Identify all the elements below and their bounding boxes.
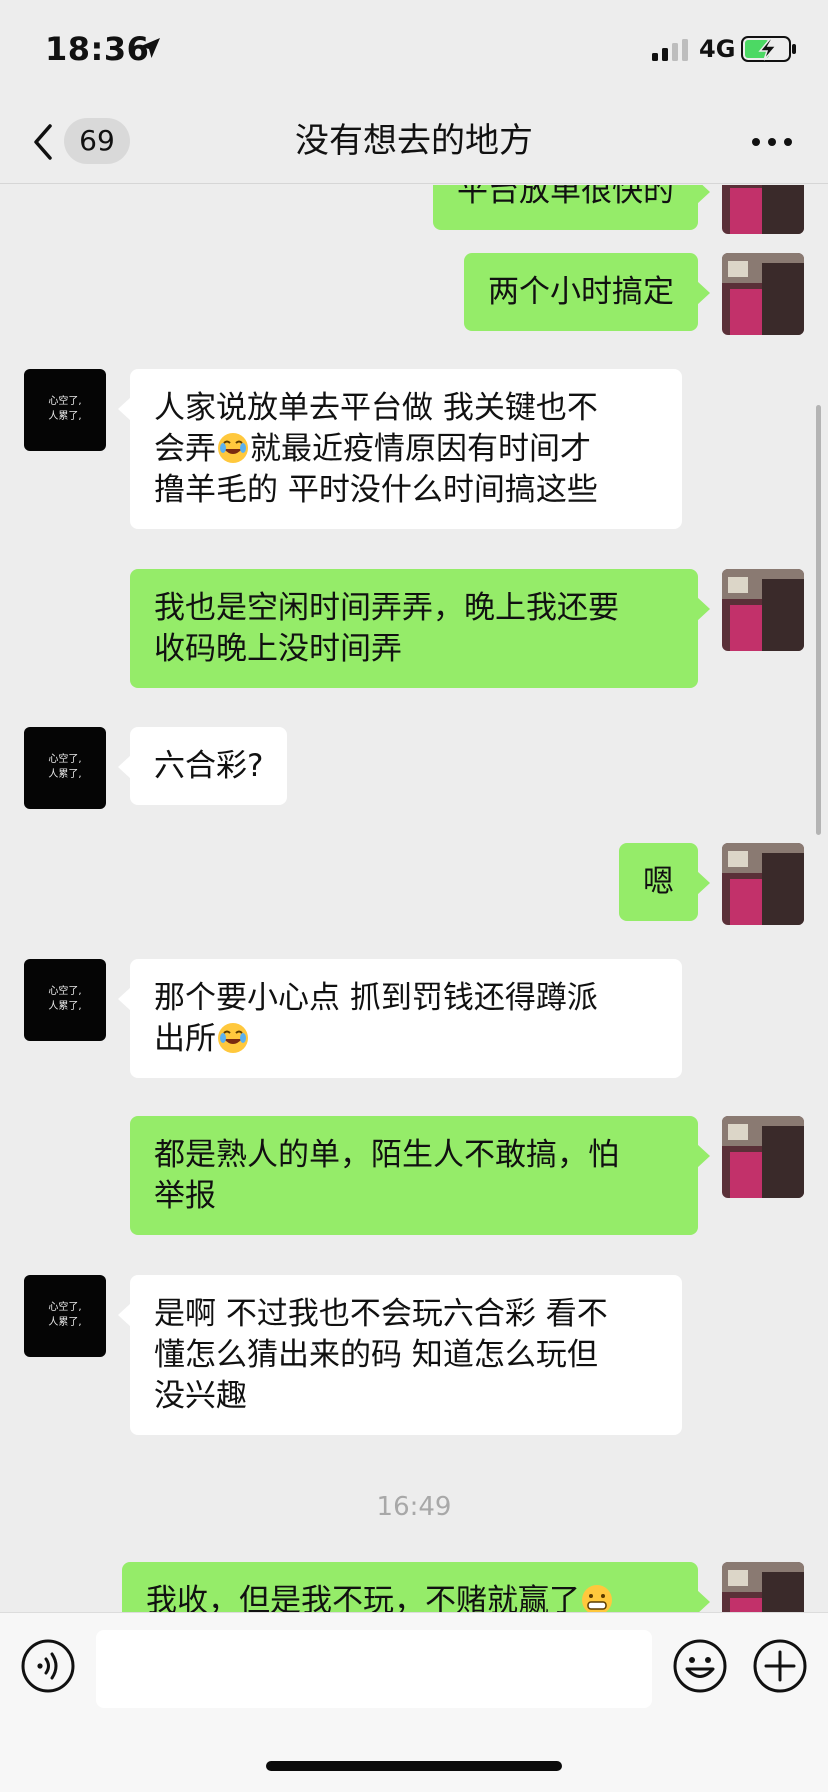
chat-timestamp: 16:49 (376, 1492, 452, 1522)
cellular-signal-icon (652, 39, 688, 61)
message-text: 没兴趣 (154, 1378, 247, 1414)
message-bubble-outgoing[interactable]: 平台放单很快的 (433, 185, 710, 230)
grinning-face-icon (582, 1585, 612, 1612)
message-text: 平台放单很快的 (457, 185, 674, 209)
message-input[interactable] (96, 1630, 652, 1708)
network-type: 4G (699, 35, 736, 63)
message-bubble-outgoing[interactable]: 两个小时搞定 (464, 253, 710, 331)
contact-avatar[interactable]: 心空了, 人累了, (24, 727, 106, 809)
message-bubble-incoming[interactable]: 那个要小心点 抓到罚钱还得蹲派 出所 (118, 959, 682, 1078)
chat-header: 69 没有想去的地方 (0, 100, 828, 184)
message-text: 出所 (154, 1021, 216, 1057)
message-bubble-outgoing[interactable]: 我也是空闲时间弄弄，晚上我还要 收码晚上没时间弄 (130, 569, 710, 688)
message-bubble-incoming[interactable]: 人家说放单去平台做 我关键也不 会弄 就最近疫情原因有时间才 撸羊毛的 平时没什么… (118, 369, 682, 529)
message-text: 收码晚上没时间弄 (154, 631, 402, 667)
plus-icon[interactable] (752, 1638, 808, 1694)
my-avatar[interactable] (722, 569, 804, 651)
rolling-on-floor-laughing-icon (218, 1023, 248, 1053)
message-text: 那个要小心点 抓到罚钱还得蹲派 (154, 980, 598, 1016)
my-avatar[interactable] (722, 843, 804, 925)
message-text: 就最近疫情原因有时间才 (250, 431, 591, 467)
contact-avatar[interactable]: 心空了, 人累了, (24, 369, 106, 451)
status-bar: 18:36 4G (0, 0, 828, 100)
message-text: 我收，但是我不玩，不赌就赢了 (146, 1583, 580, 1612)
battery-charging-icon (741, 36, 796, 62)
home-indicator[interactable] (266, 1761, 562, 1771)
location-arrow-icon (140, 38, 160, 58)
emoji-icon[interactable] (672, 1638, 728, 1694)
message-text: 人家说放单去平台做 我关键也不 (154, 390, 598, 426)
message-text: 懂怎么猜出来的码 知道怎么玩但 (154, 1337, 598, 1373)
message-text: 是啊 不过我也不会玩六合彩 看不 (154, 1296, 608, 1332)
message-text: 撸羊毛的 平时没什么时间搞这些 (154, 472, 598, 508)
message-text: 六合彩? (154, 748, 264, 784)
contact-avatar[interactable]: 心空了, 人累了, (24, 959, 106, 1041)
more-dots-icon[interactable] (748, 122, 796, 162)
chat-title: 没有想去的地方 (295, 121, 533, 161)
message-bubble-incoming[interactable]: 六合彩? (117, 727, 288, 805)
my-avatar[interactable] (722, 185, 804, 234)
rolling-on-floor-laughing-icon (218, 433, 248, 463)
scrollbar[interactable] (816, 405, 821, 835)
message-bubble-outgoing[interactable]: 都是熟人的单，陌生人不敢搞，怕 举报 (130, 1116, 710, 1235)
my-avatar[interactable] (722, 1116, 804, 1198)
status-time: 18:36 (45, 30, 150, 68)
message-text: 嗯 (643, 864, 674, 900)
message-text: 我也是空闲时间弄弄，晚上我还要 (154, 590, 619, 626)
message-text: 都是熟人的单，陌生人不敢搞，怕 (154, 1137, 619, 1173)
message-bubble-outgoing[interactable]: 嗯 (619, 843, 710, 921)
contact-avatar[interactable]: 心空了, 人累了, (24, 1275, 106, 1357)
message-text: 会弄 (154, 431, 216, 467)
my-avatar[interactable] (722, 1562, 804, 1612)
message-text: 举报 (154, 1178, 216, 1214)
voice-icon[interactable] (20, 1638, 76, 1694)
message-bubble-incoming[interactable]: 是啊 不过我也不会玩六合彩 看不 懂怎么猜出来的码 知道怎么玩但 没兴趣 (118, 1275, 682, 1435)
my-avatar[interactable] (722, 253, 804, 335)
message-list[interactable]: 平台放单很快的 两个小时搞定 心空了, 人累了, 人家说放单去平台做 我关键也不 … (0, 185, 828, 1612)
message-bubble-outgoing[interactable]: 我收，但是我不玩，不赌就赢了 (122, 1562, 710, 1612)
message-text: 两个小时搞定 (488, 274, 674, 310)
